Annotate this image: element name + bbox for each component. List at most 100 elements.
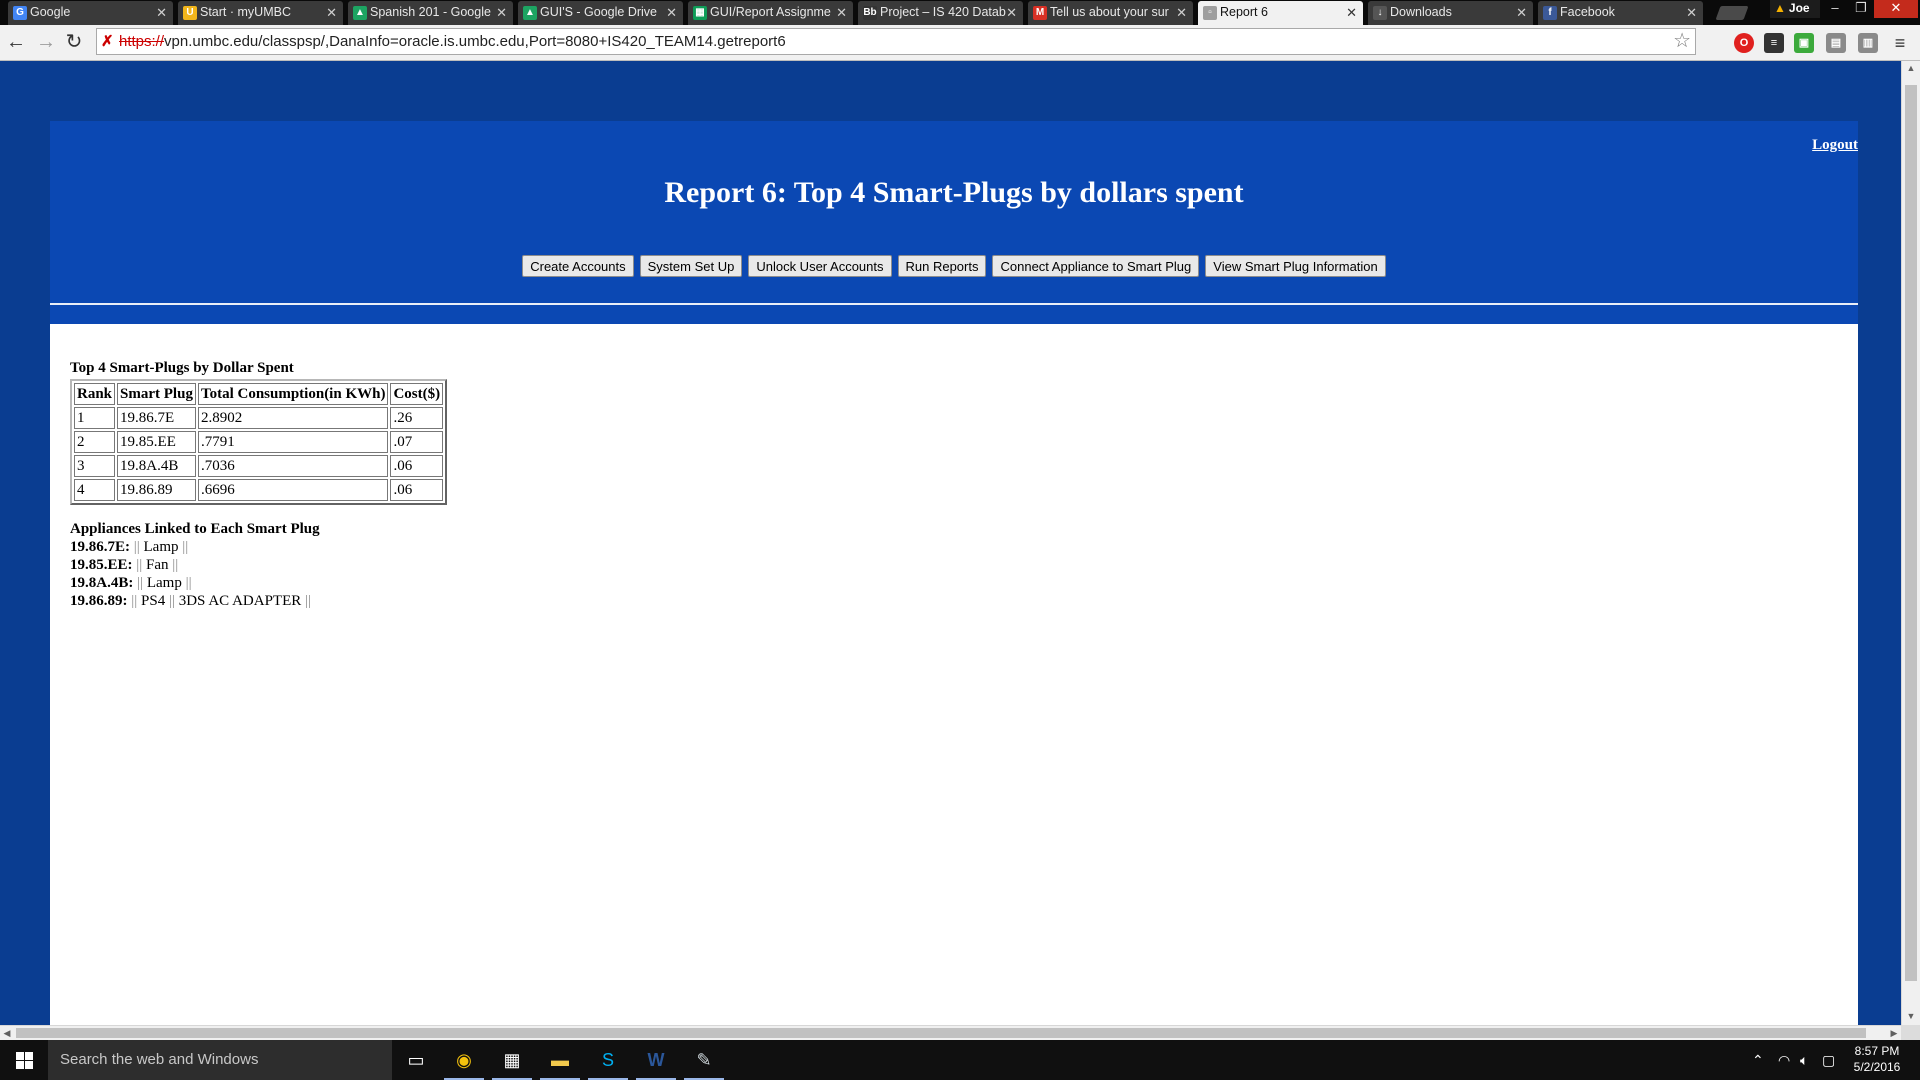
clock-time: 8:57 PM <box>1854 1044 1900 1058</box>
separator: || <box>182 539 189 555</box>
tab-close-icon[interactable]: ✕ <box>1176 1 1187 24</box>
connect-appliance-button[interactable]: Connect Appliance to Smart Plug <box>992 255 1200 277</box>
scroll-down-icon[interactable]: ▼ <box>1902 1011 1920 1025</box>
table-row: 1 19.86.7E 2.8902 .26 <box>74 407 444 429</box>
url-scheme: https:// <box>119 33 165 50</box>
wifi-icon[interactable]: ◠ <box>1778 1040 1790 1080</box>
table-row: 4 19.86.89 .6696 .06 <box>74 479 444 501</box>
opera-extension-icon[interactable]: O <box>1734 33 1754 53</box>
screen-extension-icon[interactable]: ▥ <box>1858 33 1878 53</box>
page-title: Report 6: Top 4 Smart-Plugs by dollars s… <box>664 176 1244 209</box>
scroll-right-icon[interactable]: ▶ <box>1887 1026 1901 1040</box>
task-view-icon[interactable]: ▭ <box>392 1040 440 1080</box>
tab-label: Google <box>30 5 71 19</box>
tray-chevron-icon[interactable]: ⌃ <box>1752 1040 1764 1080</box>
separator: || <box>185 575 192 591</box>
green-extension-icon[interactable]: ▣ <box>1794 33 1814 53</box>
appliance-name: PS4 <box>141 593 166 609</box>
reload-icon[interactable]: ↻ <box>62 30 86 54</box>
view-smart-plug-info-button[interactable]: View Smart Plug Information <box>1205 255 1386 277</box>
browser-tab[interactable]: U Start · myUMBC ✕ <box>178 1 343 25</box>
tab-label: Facebook <box>1560 5 1615 19</box>
consumption-cell: 2.8902 <box>197 407 389 429</box>
browser-tab[interactable]: ↓ Downloads ✕ <box>1368 1 1533 25</box>
unlock-user-accounts-button[interactable]: Unlock User Accounts <box>748 255 892 277</box>
forward-icon[interactable]: → <box>34 30 58 54</box>
window-close-icon[interactable]: ✕ <box>1874 0 1918 18</box>
tab-close-icon[interactable]: ✕ <box>1006 1 1017 24</box>
vertical-scroll-thumb[interactable] <box>1905 85 1917 981</box>
profile-button[interactable]: ▲ Joe <box>1770 0 1820 18</box>
taskbar-clock[interactable]: 8:57 PM 5/2/2016 <box>1848 1043 1906 1075</box>
scroll-left-icon[interactable]: ◀ <box>0 1026 14 1040</box>
skype-icon[interactable]: S <box>584 1040 632 1080</box>
create-accounts-button[interactable]: Create Accounts <box>522 255 634 277</box>
tab-label: Project – IS 420 Datab <box>880 5 1006 19</box>
smart-plug-cell: 19.85.EE <box>117 431 196 453</box>
rank-cell: 1 <box>74 407 116 429</box>
header-band <box>50 305 1858 324</box>
rank-cell: 3 <box>74 455 116 477</box>
browser-tab[interactable]: ▲ Spanish 201 - Google ✕ <box>348 1 513 25</box>
drive-icon: ▲ <box>523 6 537 20</box>
address-bar[interactable]: ✗ https:// vpn.umbc.edu/classpsp/,DanaIn… <box>96 28 1696 55</box>
linked-appliances: Appliances Linked to Each Smart Plug 19.… <box>70 520 320 610</box>
downloads-icon: ↓ <box>1373 6 1387 20</box>
tab-close-icon[interactable]: ✕ <box>326 1 337 24</box>
menu-icon[interactable]: ≡ <box>1890 33 1910 53</box>
tab-close-icon[interactable]: ✕ <box>1686 1 1697 24</box>
umbc-icon: U <box>183 6 197 20</box>
vertical-scrollbar[interactable]: ▲ ▼ <box>1901 61 1920 1025</box>
browser-tab[interactable]: ▦ GUI/Report Assignme ✕ <box>688 1 853 25</box>
consumption-cell: .7036 <box>197 455 389 477</box>
insecure-lock-icon: ✗ <box>101 33 114 50</box>
bookmark-star-icon[interactable]: ☆ <box>1673 29 1691 54</box>
nav-button-bar: Create Accounts System Set Up Unlock Use… <box>50 255 1858 277</box>
volume-icon[interactable]: 🔈︎ <box>1800 1040 1808 1080</box>
system-set-up-button[interactable]: System Set Up <box>639 255 743 277</box>
tab-close-icon[interactable]: ✕ <box>156 1 167 24</box>
stack-extension-icon[interactable]: ≡ <box>1764 33 1784 53</box>
browser-tab[interactable]: G Google ✕ <box>8 1 173 25</box>
word-icon[interactable]: W <box>632 1040 680 1080</box>
blackboard-icon: Bb <box>863 6 877 20</box>
restore-icon[interactable]: ❐ <box>1848 0 1874 18</box>
browser-tab[interactable]: ▲ GUI'S - Google Drive ✕ <box>518 1 683 25</box>
browser-tab[interactable]: M Tell us about your sur ✕ <box>1028 1 1193 25</box>
horizontal-scrollbar[interactable]: ◀ ▶ <box>0 1025 1901 1040</box>
calculator-icon[interactable]: ▦ <box>488 1040 536 1080</box>
horizontal-scroll-thumb[interactable] <box>16 1028 1866 1038</box>
scroll-up-icon[interactable]: ▲ <box>1902 63 1920 77</box>
report-content: Top 4 Smart-Plugs by Dollar Spent Rank S… <box>50 324 1858 1025</box>
linked-row: 19.8A.4B: || Lamp || <box>70 574 320 592</box>
tab-close-icon[interactable]: ✕ <box>836 1 847 24</box>
taskbar: Search the web and Windows ▭ ◉ ▦ ▬ S W ✎… <box>0 1040 1920 1080</box>
separator: || <box>136 557 143 573</box>
taskbar-search-box[interactable]: Search the web and Windows <box>48 1040 392 1080</box>
paint-icon[interactable]: ✎ <box>680 1040 728 1080</box>
table-header-row: Rank Smart Plug Total Consumption(in KWh… <box>74 383 444 405</box>
browser-tab[interactable]: f Facebook ✕ <box>1538 1 1703 25</box>
tab-close-icon[interactable]: ✕ <box>666 1 677 24</box>
browser-toolbar: ← → ↻ ✗ https:// vpn.umbc.edu/classpsp/,… <box>0 25 1920 61</box>
logout-link[interactable]: Logout <box>1812 137 1858 154</box>
browser-tab[interactable]: Bb Project – IS 420 Datab ✕ <box>858 1 1023 25</box>
keyboard-extension-icon[interactable]: ▤ <box>1826 33 1846 53</box>
separator: || <box>305 593 312 609</box>
tab-close-icon[interactable]: ✕ <box>1346 1 1357 24</box>
windows-start-icon[interactable] <box>0 1040 48 1080</box>
tab-label: Report 6 <box>1220 5 1268 19</box>
browser-tab[interactable]: ▫ Report 6 ✕ <box>1198 1 1363 25</box>
report-table: Rank Smart Plug Total Consumption(in KWh… <box>70 379 448 505</box>
chrome-icon[interactable]: ◉ <box>440 1040 488 1080</box>
tab-close-icon[interactable]: ✕ <box>496 1 507 24</box>
new-tab-button[interactable] <box>1715 6 1749 20</box>
run-reports-button[interactable]: Run Reports <box>897 255 987 277</box>
appliance-name: Lamp <box>146 575 182 591</box>
column-header-cost: Cost($) <box>390 383 444 405</box>
minimize-icon[interactable]: – <box>1822 0 1848 18</box>
file-explorer-icon[interactable]: ▬ <box>536 1040 584 1080</box>
tab-close-icon[interactable]: ✕ <box>1516 1 1527 24</box>
back-icon[interactable]: ← <box>4 30 28 54</box>
action-center-icon[interactable]: ▢ <box>1822 1040 1835 1080</box>
